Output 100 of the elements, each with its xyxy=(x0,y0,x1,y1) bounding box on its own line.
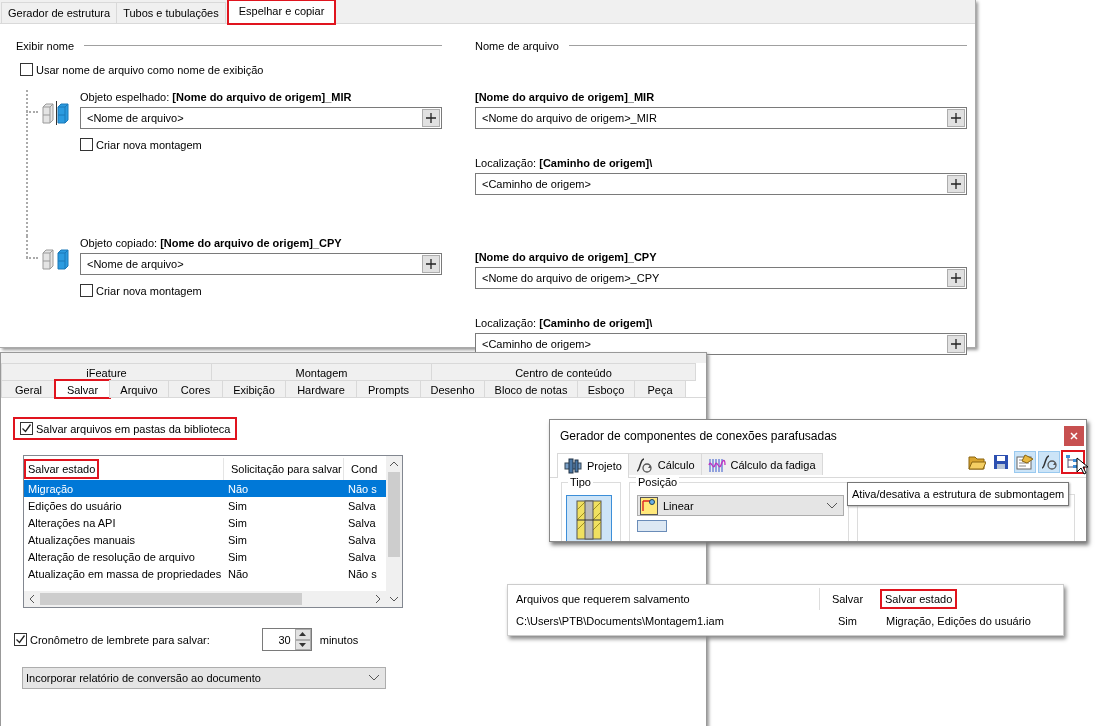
column-header[interactable]: Cond xyxy=(348,460,381,478)
close-button[interactable] xyxy=(1064,426,1084,446)
table-cell-text: Não xyxy=(227,567,250,580)
tab[interactable]: Hardware xyxy=(285,380,357,398)
tab[interactable]: Arquivo xyxy=(109,380,169,398)
column-header[interactable]: Solicitação para salvar xyxy=(228,460,343,478)
table-row[interactable]: Edições do usuário Sim Salva xyxy=(24,497,386,514)
section-heading: Nome de arquivo xyxy=(475,39,559,52)
tab[interactable]: Cálculo xyxy=(627,453,702,475)
chevron-left-icon xyxy=(29,595,35,603)
tab[interactable]: Salvar xyxy=(55,380,110,398)
field-label: Objeto espelhado: [Nome do arquivo de origem]_MIR xyxy=(80,90,353,105)
add-button[interactable] xyxy=(422,255,440,273)
column-header[interactable]: Salvar xyxy=(827,590,868,608)
table-cell-text: Não s xyxy=(347,567,378,580)
table-row[interactable]: Atualizações manuais Sim Salva xyxy=(24,531,386,548)
table-cell-text: Migração xyxy=(27,482,75,495)
checkbox-label[interactable]: Criar nova montagem xyxy=(96,284,202,297)
field-label: [Nome do arquivo de origem]_MIR xyxy=(475,90,656,105)
number-field[interactable]: 30 xyxy=(261,628,312,651)
tab[interactable]: Espelhar e copiar xyxy=(227,0,336,24)
window-title: Gerador de componentes de conexões parafusadas xyxy=(560,429,837,443)
table-row[interactable]: Alteração de resolução de arquivo Sim Salva xyxy=(24,548,386,565)
plus-icon xyxy=(426,113,436,123)
tab[interactable]: Cores xyxy=(168,380,223,398)
cycle-arrows-icon xyxy=(634,456,653,473)
checkbox-label[interactable]: Cronômetro de lembrete para salvar: xyxy=(30,633,210,646)
field-label: [Nome do arquivo de origem]_CPY xyxy=(475,250,658,265)
field-label: Objeto copiado: [Nome do arquivo de origem]_CPY xyxy=(80,236,343,251)
add-button[interactable] xyxy=(947,269,965,287)
add-button[interactable] xyxy=(947,109,965,127)
checkbox[interactable] xyxy=(20,63,33,76)
table-cell-text: Atualização em massa de propriedades xyxy=(27,567,223,580)
tab[interactable]: Geral xyxy=(1,380,56,398)
group-title: Tipo xyxy=(568,476,593,488)
table-cell-text: Atualizações manuais xyxy=(27,533,136,546)
table-cell-text: Salva xyxy=(347,550,377,563)
unit-label: minutos xyxy=(319,633,359,646)
text-field[interactable]: <Nome do arquivo de origem>_CPY xyxy=(475,267,967,289)
tab-group: Centro de conteúdo xyxy=(431,363,696,381)
table-row[interactable]: Migração Não Não s xyxy=(24,480,386,497)
tab[interactable]: Bloco de notas xyxy=(484,380,578,398)
chevron-down-icon xyxy=(369,675,379,681)
table-cell-text: Sim xyxy=(227,550,248,563)
table-cell-text: Salva xyxy=(347,516,377,529)
tab[interactable]: Desenho xyxy=(420,380,485,398)
spin-down-button[interactable] xyxy=(294,639,311,650)
text-field[interactable]: <Caminho de origem> xyxy=(475,333,967,355)
column-header[interactable]: Salvar estado xyxy=(25,460,99,478)
tab[interactable]: Prompts xyxy=(356,380,421,398)
bolt-icon xyxy=(564,458,582,474)
scrollbar[interactable] xyxy=(386,456,402,607)
tab[interactable]: Exibição xyxy=(222,380,286,398)
plus-icon xyxy=(951,339,961,349)
toolbar-button[interactable] xyxy=(1038,451,1060,473)
checkbox[interactable] xyxy=(80,138,93,151)
text-field[interactable]: <Nome de arquivo> xyxy=(80,107,442,129)
table-cell: C:\Users\PTB\Documents\Montagem1.iam xyxy=(515,615,724,627)
plus-icon xyxy=(951,273,961,283)
table-cell-text: Salva xyxy=(347,533,377,546)
checkbox[interactable] xyxy=(80,284,93,297)
table-row[interactable]: Alterações na API Sim Salva xyxy=(24,514,386,531)
dropdown[interactable]: Linear xyxy=(637,495,844,516)
joint-type-button[interactable] xyxy=(566,495,612,541)
save-icon xyxy=(993,454,1009,470)
table-cell-text: Alteração de resolução de arquivo xyxy=(27,550,196,563)
dropdown[interactable]: Incorporar relatório de conversão ao documento xyxy=(22,667,386,689)
checkbox[interactable] xyxy=(20,422,33,435)
text-field[interactable]: <Nome do arquivo de origem>_MIR xyxy=(475,107,967,129)
add-button[interactable] xyxy=(947,335,965,353)
table-cell-text: Não xyxy=(227,482,250,495)
tab[interactable]: Cálculo da fadiga xyxy=(700,453,823,475)
tab[interactable]: Esboço xyxy=(577,380,635,398)
clipboard-icon xyxy=(1016,454,1034,470)
table-cell-text: Sim xyxy=(227,499,248,512)
table-cell-text: Edições do usuário xyxy=(27,499,123,512)
column-header[interactable]: Salvar estado xyxy=(881,590,957,608)
cycle-arrows-icon xyxy=(1040,454,1058,470)
text-field[interactable]: <Caminho de origem> xyxy=(475,173,967,195)
checkbox-label[interactable]: Salvar arquivos em pastas da biblioteca xyxy=(36,422,231,435)
add-button[interactable] xyxy=(422,109,440,127)
scrollbar[interactable] xyxy=(24,591,386,607)
checkbox-label[interactable]: Usar nome de arquivo como nome de exibição xyxy=(36,63,264,76)
arrow-down-icon xyxy=(299,642,307,647)
tab[interactable]: Tubos e tubulações xyxy=(116,2,226,23)
close-icon xyxy=(1070,432,1078,440)
text-field[interactable]: <Nome de arquivo> xyxy=(80,253,442,275)
tab[interactable]: Gerador de estrutura xyxy=(1,2,118,23)
tab[interactable]: Peça xyxy=(634,380,686,398)
table-cell-text: Migração, Edições do usuário xyxy=(885,615,1031,627)
table-row[interactable]: Atualização em massa de propriedades Não Não s xyxy=(24,565,386,582)
add-button[interactable] xyxy=(947,175,965,193)
spin-up-button[interactable] xyxy=(294,629,311,640)
arrow-up-icon xyxy=(299,632,307,637)
tab[interactable]: Projeto xyxy=(557,453,629,478)
placement-button[interactable] xyxy=(637,520,667,532)
checkbox-label[interactable]: Criar nova montagem xyxy=(96,138,202,151)
checkbox[interactable] xyxy=(14,633,27,646)
checkbox-option[interactable]: Salvar arquivos em pastas da biblioteca xyxy=(14,418,237,439)
column-header[interactable]: Arquivos que requerem salvamento xyxy=(515,590,694,608)
